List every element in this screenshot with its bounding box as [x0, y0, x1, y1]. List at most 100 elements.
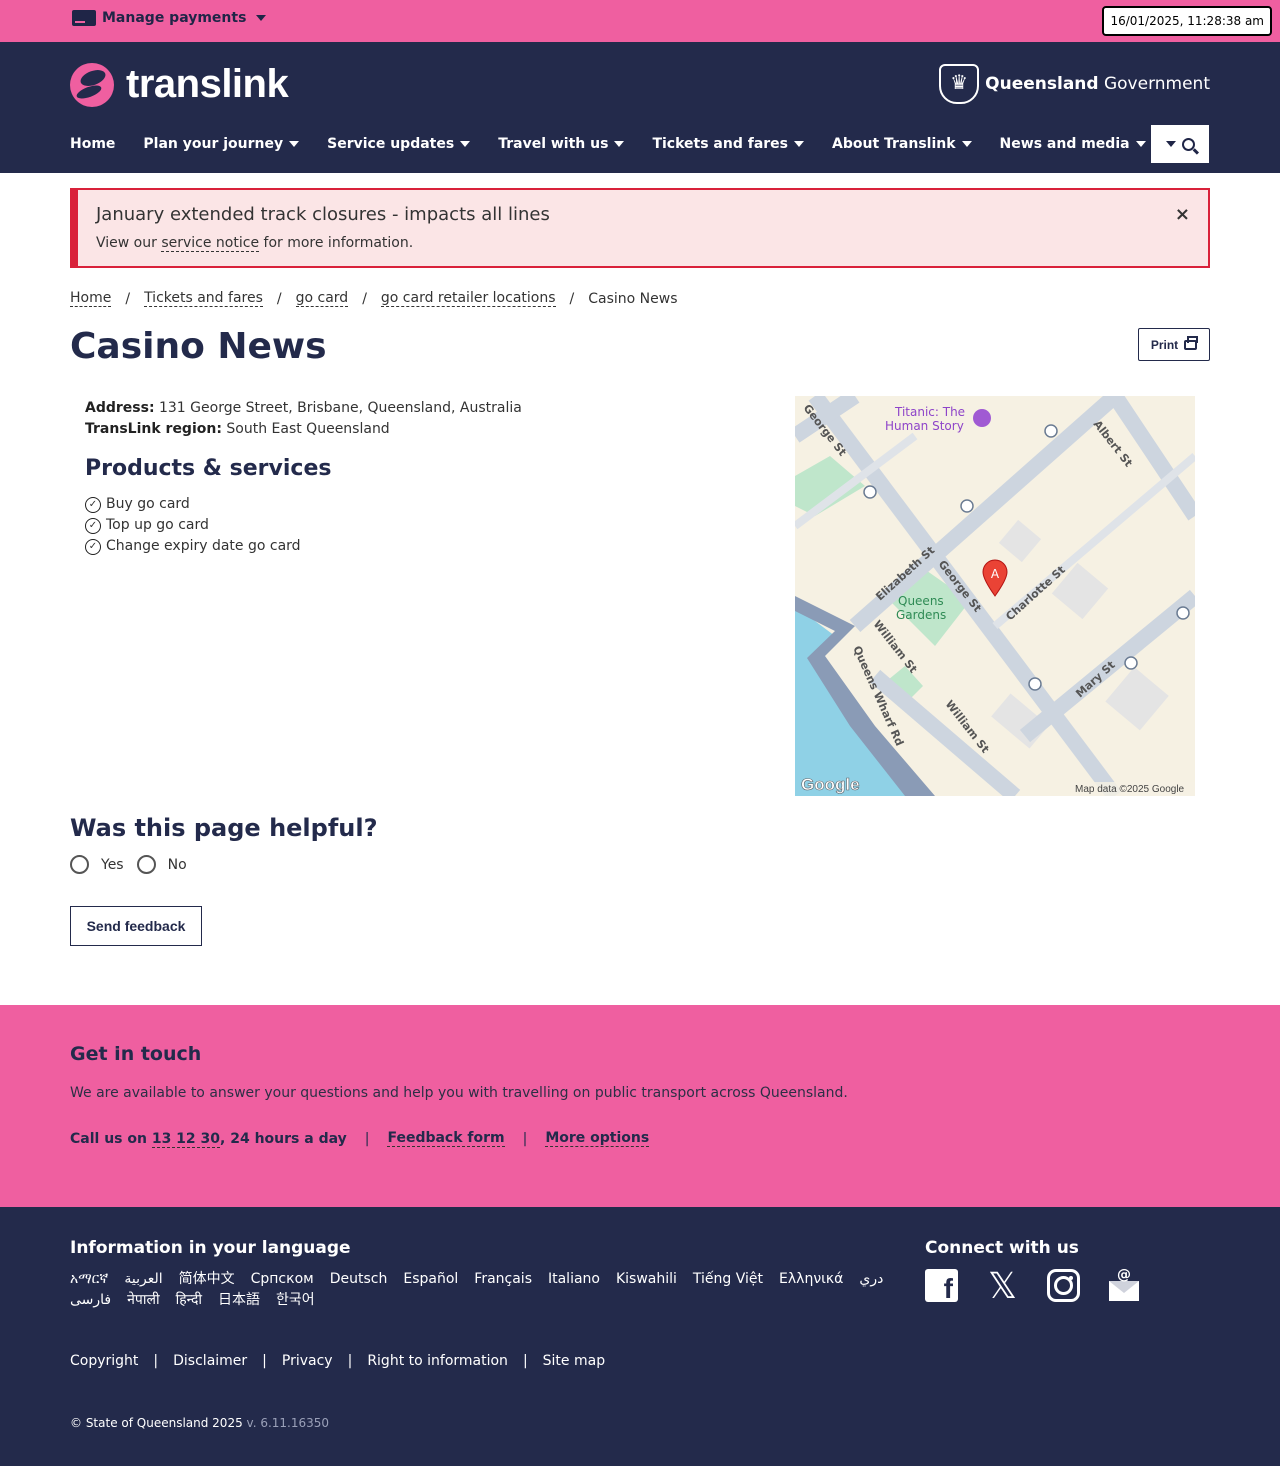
print-label: Print [1150, 337, 1179, 352]
chevron-down-icon [1165, 141, 1176, 147]
yes-label: Yes [101, 856, 124, 873]
instagram-icon[interactable] [1047, 1269, 1080, 1302]
chevron-down-icon [794, 141, 804, 147]
chevron-down-icon [256, 15, 267, 21]
disclaimer-link[interactable]: Disclaimer [173, 1353, 247, 1369]
social-links: f 𝕏 @ [925, 1265, 1141, 1306]
service-notice-link[interactable]: service notice [161, 235, 260, 252]
send-feedback-button[interactable]: Send feedback [70, 906, 202, 946]
language-link[interactable]: 简体中文 [179, 1269, 235, 1289]
queensland-government-logo[interactable]: Queensland Government [939, 64, 1210, 104]
manage-payments-label: Manage payments [102, 10, 247, 26]
region-row: TransLink region: South East Queensland [85, 421, 390, 437]
copyright-text: © State of Queensland 2025 v. 6.11.16350 [70, 1416, 330, 1430]
language-link[interactable]: Español [403, 1269, 458, 1289]
datetime-display: 16/01/2025, 11:28:38 am [1102, 6, 1272, 36]
chevron-down-icon [460, 141, 471, 147]
map-attribution: Map data ©2025 Google [1075, 784, 1185, 795]
main-nav: Home Plan your journey Service updates T… [70, 136, 1174, 152]
phone-link[interactable]: 13 12 30 [151, 1130, 221, 1148]
language-link[interactable]: Deutsch [330, 1269, 388, 1289]
language-link[interactable]: Français [474, 1269, 532, 1289]
nav-travel-with-us[interactable]: Travel with us [498, 136, 625, 152]
chevron-down-icon [961, 141, 972, 147]
map-poi-label: Titanic: The [894, 405, 965, 419]
language-heading: Information in your language [70, 1238, 351, 1258]
get-in-touch-heading: Get in touch [70, 1043, 202, 1065]
language-link[interactable]: नेपाली [127, 1290, 159, 1310]
site-header: translink Queensland Government Home Pla… [0, 42, 1280, 173]
alert-title: January extended track closures - impact… [96, 204, 550, 225]
nav-home[interactable]: Home [70, 136, 115, 152]
helpful-options: Yes No [70, 855, 200, 874]
manage-payments-menu[interactable]: Manage payments [72, 10, 267, 26]
nav-service-updates[interactable]: Service updates [327, 136, 471, 152]
products-list: ✓ Buy go card ✓ Top up go card ✓ Change exp… [85, 494, 301, 557]
language-link[interactable]: Српском [251, 1269, 314, 1289]
contact-links: Call us on 13 12 30, 24 hours a day | Fe… [70, 1130, 650, 1148]
divider: | [522, 1353, 528, 1369]
email-icon[interactable]: @ [1108, 1267, 1141, 1302]
breadcrumb-home[interactable]: Home [70, 290, 112, 307]
get-in-touch-section: Get in touch We are available to answer … [0, 1005, 1280, 1207]
helpful-heading: Was this page helpful? [70, 814, 378, 842]
site-footer: Information in your language አማርኛ العربي… [0, 1207, 1280, 1466]
nav-tickets-and-fares[interactable]: Tickets and fares [652, 136, 804, 152]
location-map[interactable]: Titanic: The Human Story Queens Gardens … [795, 396, 1195, 796]
utility-bar: Manage payments 16/01/2025, 11:28:38 am [0, 0, 1280, 42]
version-text: v. 6.11.16350 [242, 1416, 330, 1430]
address-row: Address: 131 George Street, Brisbane, Qu… [85, 400, 522, 416]
divider: | [262, 1353, 267, 1369]
nav-plan-your-journey[interactable]: Plan your journey [143, 136, 300, 152]
language-link[interactable]: 日本語 [218, 1290, 260, 1310]
yes-radio[interactable] [70, 855, 89, 874]
facebook-icon[interactable]: f [925, 1269, 958, 1304]
language-link[interactable]: हिन्दी [176, 1290, 202, 1310]
map-park-label: Queens [898, 594, 944, 608]
x-icon[interactable]: 𝕏 [986, 1265, 1019, 1306]
check-circle-icon: ✓ [85, 538, 101, 555]
right-to-information-link[interactable]: Right to information [367, 1353, 508, 1369]
site-map-link[interactable]: Site map [543, 1353, 605, 1369]
products-heading: Products & services [85, 456, 332, 481]
divider: | [347, 1353, 353, 1369]
language-link[interactable]: 한국어 [276, 1290, 315, 1310]
breadcrumb-retailer-locations[interactable]: go card retailer locations [380, 290, 556, 307]
search-toggle-button[interactable] [1151, 125, 1209, 163]
language-link[interactable]: Kiswahili [616, 1269, 677, 1289]
copyright-link[interactable]: Copyright [70, 1353, 138, 1369]
language-link[interactable]: فارسی [70, 1290, 111, 1310]
translink-logo[interactable]: translink [70, 62, 289, 107]
call-us-text: Call us on 13 12 30, 24 hours a day [70, 1130, 347, 1148]
language-link[interactable]: Ελληνικά [779, 1269, 843, 1289]
crest-icon [939, 64, 980, 104]
map-poi-label: Human Story [885, 419, 964, 433]
language-link[interactable]: العربية [124, 1269, 162, 1289]
no-radio[interactable] [136, 855, 156, 874]
map-park-label: Gardens [896, 608, 946, 622]
language-link[interactable]: دري [859, 1269, 883, 1289]
close-icon[interactable]: × [1175, 204, 1190, 225]
feedback-form-link[interactable]: Feedback form [387, 1130, 505, 1147]
language-link[interactable]: Italiano [548, 1269, 600, 1289]
divider: | [522, 1130, 528, 1147]
legal-links: Copyright | Disclaimer | Privacy | Right… [70, 1353, 605, 1369]
nav-news-and-media[interactable]: News and media [1000, 136, 1146, 152]
language-link[interactable]: Tiếng Việt [693, 1269, 763, 1289]
google-logo: Google [801, 775, 860, 794]
breadcrumb-go-card[interactable]: go card [295, 290, 349, 307]
map-canvas: Titanic: The Human Story Queens Gardens … [795, 396, 1195, 796]
print-button[interactable]: Print [1138, 328, 1210, 361]
qgov-text: Queensland Government [985, 74, 1210, 94]
translink-logo-icon [70, 62, 114, 107]
printer-icon [1184, 335, 1199, 350]
more-options-link[interactable]: More options [545, 1130, 650, 1147]
nav-about-translink[interactable]: About Translink [832, 136, 972, 152]
page-title: Casino News [70, 326, 327, 367]
language-links: አማርኛ العربية 简体中文 Српском Deutsch Españo… [70, 1269, 900, 1310]
privacy-link[interactable]: Privacy [282, 1353, 333, 1369]
breadcrumb-tickets-and-fares[interactable]: Tickets and fares [144, 290, 263, 307]
connect-heading: Connect with us [925, 1238, 1079, 1258]
breadcrumb-separator: / [569, 290, 575, 307]
language-link[interactable]: አማርኛ [70, 1269, 108, 1289]
